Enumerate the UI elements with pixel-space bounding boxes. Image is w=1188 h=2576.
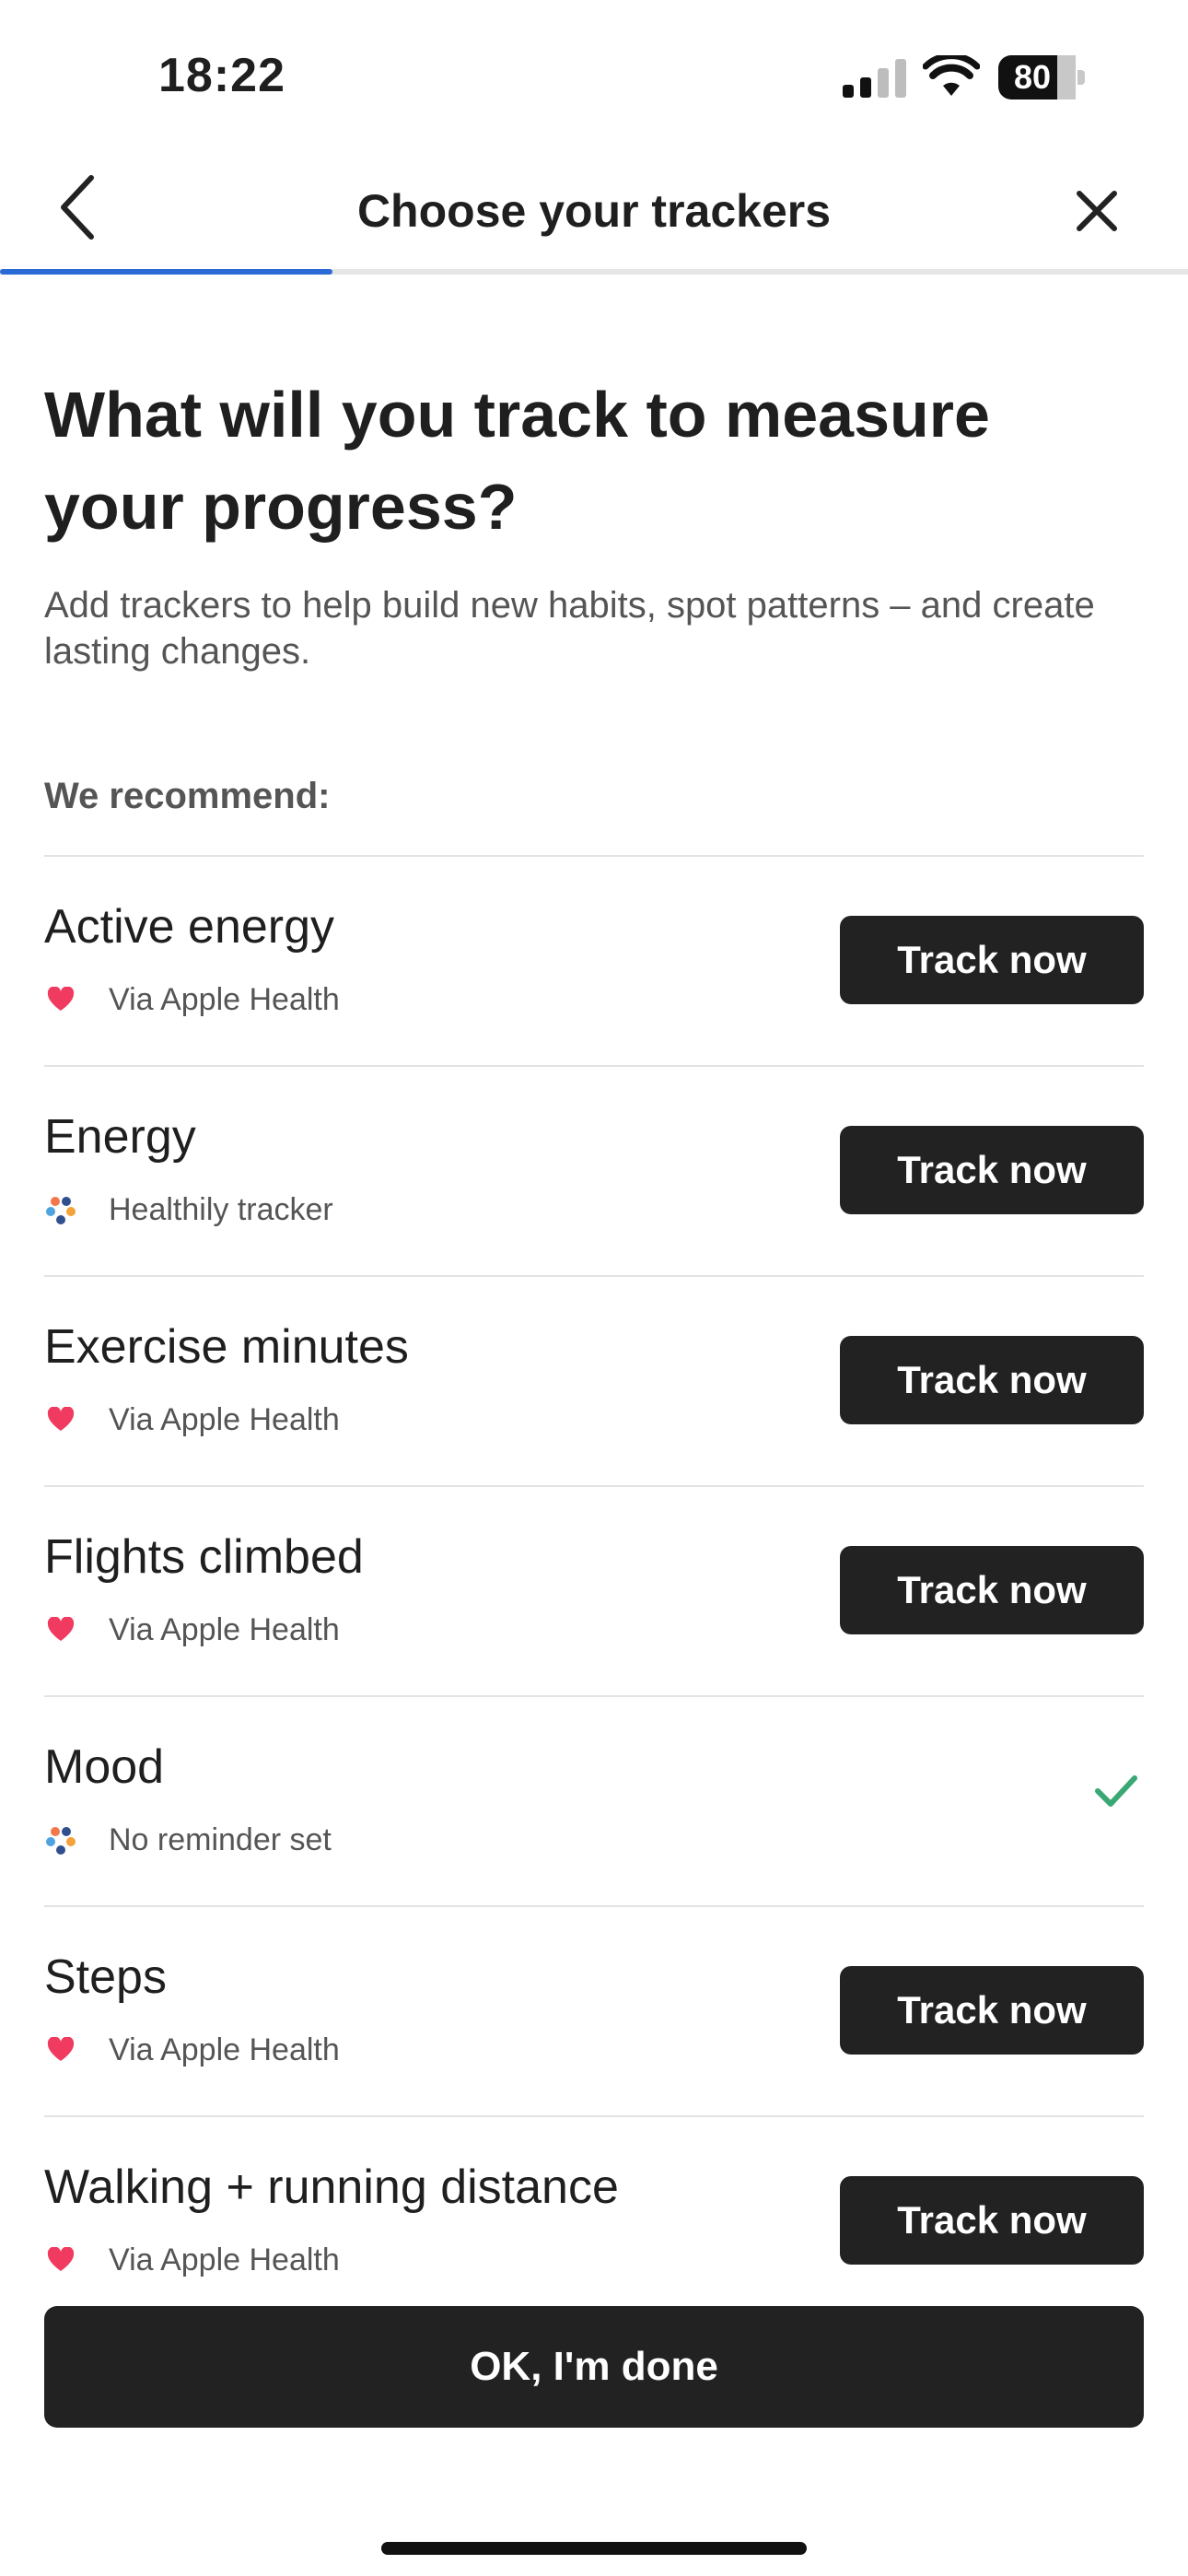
close-button[interactable]: [1068, 182, 1125, 240]
progress-bar: [0, 269, 1188, 275]
heart-icon: [44, 1403, 77, 1436]
track-now-button[interactable]: Track now: [840, 916, 1144, 1004]
tracker-source-text: No reminder set: [109, 1821, 332, 1857]
tracker-source: Healthily tracker: [44, 1187, 333, 1233]
tracker-name: Active energy: [44, 900, 335, 954]
tracker-row: Energy Healthily tracker Track now: [44, 1065, 1144, 1275]
nav-bar: Choose your trackers: [0, 138, 1188, 276]
tracker-name: Exercise minutes: [44, 1320, 409, 1374]
tracker-source-text: Healthily tracker: [109, 1191, 333, 1227]
tracker-source-text: Via Apple Health: [109, 1401, 340, 1437]
tracker-source: Via Apple Health: [44, 2027, 340, 2073]
tracker-row: Walking + running distance Via Apple Hea…: [44, 2115, 1144, 2325]
track-now-button[interactable]: Track now: [840, 1336, 1144, 1424]
tracker-row: Mood No reminder set: [44, 1695, 1144, 1905]
home-indicator: [381, 2542, 807, 2555]
tracker-source-text: Via Apple Health: [109, 1611, 340, 1647]
heart-icon: [44, 1613, 77, 1646]
section-label: We recommend:: [44, 776, 331, 816]
track-now-button[interactable]: Track now: [840, 1126, 1144, 1214]
tracker-source: Via Apple Health: [44, 2237, 340, 2283]
tracker-row: Steps Via Apple Health Track now: [44, 1905, 1144, 2115]
track-now-button[interactable]: Track now: [840, 1546, 1144, 1634]
tracker-name: Steps: [44, 1950, 167, 2004]
tracker-name: Mood: [44, 1740, 165, 1794]
tracker-source: Via Apple Health: [44, 977, 340, 1023]
heart-icon: [44, 2033, 77, 2067]
tracker-list: Active energy Via Apple Health Track now…: [44, 855, 1144, 2325]
tracker-name: Flights climbed: [44, 1530, 364, 1584]
status-time: 18:22: [158, 49, 285, 102]
signal-icon: [843, 59, 906, 98]
tracker-source: No reminder set: [44, 1817, 332, 1863]
tracker-source-text: Via Apple Health: [109, 2032, 340, 2067]
tracker-name: Energy: [44, 1110, 196, 1164]
subtitle: Add trackers to help build new habits, s…: [44, 585, 1095, 672]
page-title: Choose your trackers: [356, 185, 832, 237]
tracker-source-text: Via Apple Health: [109, 2242, 340, 2277]
tracker-source: Via Apple Health: [44, 1607, 340, 1653]
tracker-name: Walking + running distance: [44, 2160, 619, 2214]
wifi-icon: [923, 55, 980, 96]
battery-level: 80: [1013, 58, 1052, 96]
healthily-icon: [44, 1823, 77, 1856]
checkmark-icon: [1095, 1775, 1137, 1807]
tracker-source: Via Apple Health: [44, 1397, 340, 1443]
status-bar: 18:22 80: [0, 0, 1188, 138]
healthily-icon: [44, 1193, 77, 1226]
heart-icon: [44, 983, 77, 1016]
track-now-button[interactable]: Track now: [840, 1966, 1144, 2055]
close-icon: [1077, 191, 1117, 231]
heart-icon: [44, 2243, 77, 2277]
headline: What will you track to measure your prog…: [44, 379, 990, 543]
progress-fill: [0, 269, 333, 275]
battery-icon: 80: [998, 55, 1087, 104]
track-now-button[interactable]: Track now: [840, 2176, 1144, 2265]
tracker-row: Flights climbed Via Apple Health Track n…: [44, 1485, 1144, 1695]
tracker-source-text: Via Apple Health: [109, 981, 340, 1017]
tracker-row: Active energy Via Apple Health Track now: [44, 855, 1144, 1065]
done-button[interactable]: OK, I'm done: [44, 2306, 1144, 2428]
tracker-row: Exercise minutes Via Apple Health Track …: [44, 1275, 1144, 1485]
